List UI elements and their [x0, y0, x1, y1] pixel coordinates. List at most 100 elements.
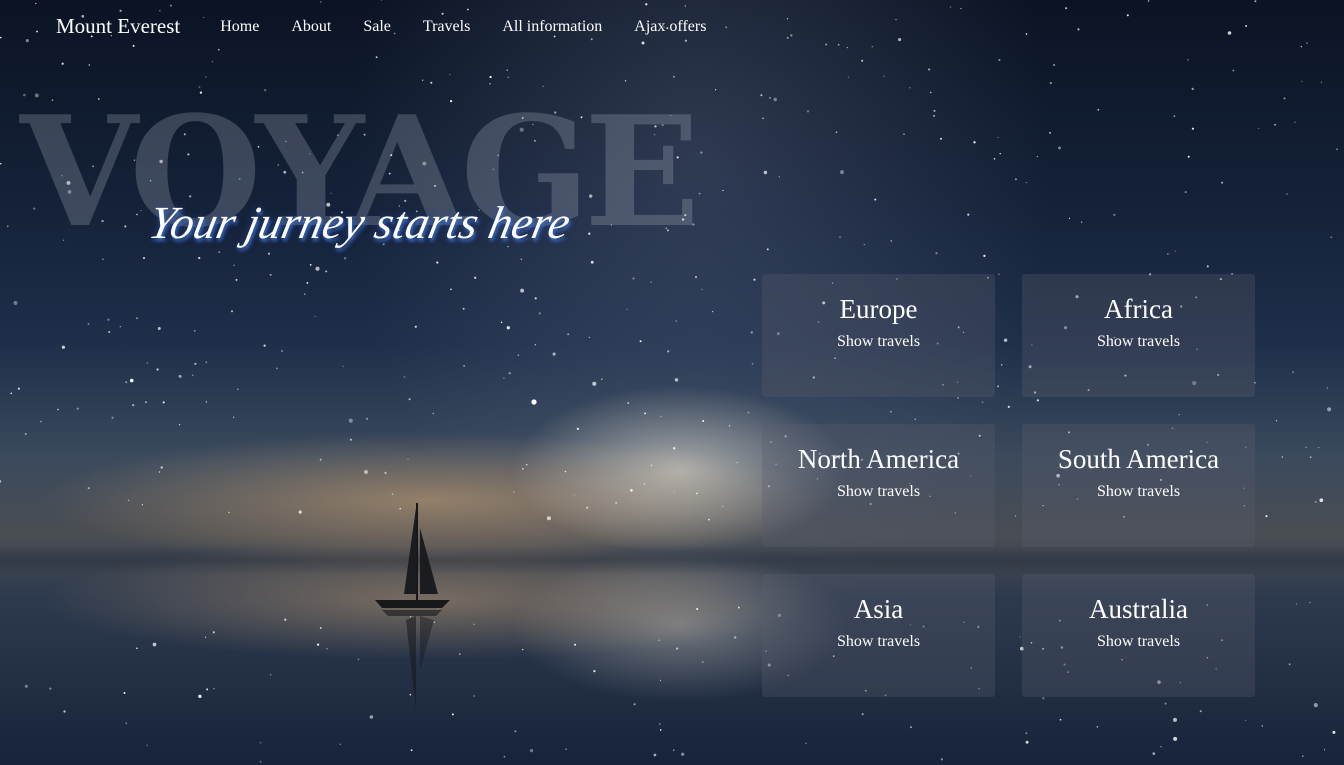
star: [13, 301, 18, 305]
show-travels-link[interactable]: Show travels: [762, 483, 995, 501]
star: [806, 110, 810, 113]
star: [999, 153, 1001, 155]
star: [269, 273, 272, 276]
star: [1332, 730, 1336, 734]
star: [762, 117, 764, 119]
star: [349, 438, 352, 441]
star: [1306, 42, 1308, 44]
star: [645, 3, 648, 6]
region-card-asia[interactable]: Asia Show travels: [762, 574, 995, 697]
star: [1173, 717, 1177, 722]
star: [684, 5, 686, 7]
star: [700, 151, 703, 154]
star: [364, 470, 368, 474]
star: [747, 411, 750, 414]
star: [237, 388, 239, 390]
star: [270, 674, 272, 676]
star: [326, 648, 328, 650]
star: [503, 377, 505, 380]
star: [303, 293, 306, 295]
nav-link-travels[interactable]: Travels: [423, 18, 470, 36]
nav-link-ajax-offers[interactable]: Ajax offers: [634, 18, 706, 36]
star: [672, 749, 675, 751]
star: [17, 387, 20, 390]
star: [940, 758, 944, 761]
star: [760, 94, 763, 97]
star: [903, 133, 905, 135]
star: [1053, 63, 1056, 67]
star: [698, 192, 701, 195]
region-card-europe[interactable]: Europe Show travels: [762, 274, 995, 397]
star: [1080, 221, 1083, 223]
star: [1314, 500, 1317, 503]
brand-logo-link[interactable]: Mount Everest: [56, 14, 180, 39]
star: [1187, 59, 1189, 61]
star: [601, 378, 603, 380]
star: [1258, 127, 1260, 130]
nav-link-home[interactable]: Home: [220, 18, 259, 36]
star: [935, 252, 938, 255]
region-card-title: South America: [1057, 444, 1220, 474]
star: [88, 64, 91, 66]
star: [643, 483, 646, 485]
star: [1077, 28, 1080, 31]
star: [384, 471, 387, 474]
show-travels-link[interactable]: Show travels: [762, 633, 995, 651]
star: [1336, 148, 1338, 150]
nav-link-all-information[interactable]: All information: [502, 18, 602, 36]
star: [522, 648, 524, 651]
star: [1059, 718, 1062, 721]
star: [626, 308, 628, 311]
star: [1097, 108, 1100, 111]
nav-link-about[interactable]: About: [291, 18, 331, 36]
star: [25, 39, 29, 43]
star: [1058, 146, 1061, 150]
region-card-north-america[interactable]: North America Show travels: [762, 424, 995, 547]
show-travels-link[interactable]: Show travels: [1022, 333, 1255, 351]
nav-link-sale[interactable]: Sale: [363, 18, 391, 36]
show-travels-link[interactable]: Show travels: [1022, 633, 1255, 651]
show-travels-link[interactable]: Show travels: [1022, 483, 1255, 501]
star: [949, 6, 952, 8]
star: [753, 278, 756, 281]
star: [467, 8, 469, 11]
star: [314, 315, 316, 318]
star: [1274, 123, 1276, 126]
star: [909, 86, 911, 89]
star: [805, 742, 807, 745]
star: [194, 362, 197, 365]
region-card-australia[interactable]: Australia Show travels: [1022, 574, 1255, 697]
star: [414, 325, 417, 328]
show-travels-link[interactable]: Show travels: [762, 333, 995, 351]
star: [436, 261, 439, 264]
star: [1068, 217, 1071, 219]
star: [263, 344, 266, 347]
star: [306, 281, 309, 284]
region-card-title: North America: [797, 444, 960, 474]
star: [1025, 740, 1029, 744]
region-card-africa[interactable]: Africa Show travels: [1022, 274, 1255, 397]
star: [1261, 725, 1264, 727]
star: [786, 36, 789, 39]
star: [590, 260, 594, 264]
region-card-south-america[interactable]: South America Show travels: [1022, 424, 1255, 547]
star: [728, 424, 731, 427]
star: [708, 518, 710, 521]
star: [1305, 446, 1307, 448]
star: [1164, 702, 1167, 705]
star: [191, 374, 194, 377]
star: [711, 310, 714, 313]
star: [658, 639, 660, 642]
star: [158, 9, 161, 12]
star: [1199, 710, 1202, 713]
star: [659, 679, 662, 682]
star: [206, 688, 209, 691]
star: [736, 461, 738, 464]
star: [695, 276, 697, 279]
star: [1227, 31, 1232, 35]
star: [449, 74, 451, 76]
star: [348, 418, 353, 423]
star: [129, 378, 134, 383]
star: [673, 490, 675, 493]
star: [1330, 236, 1333, 239]
